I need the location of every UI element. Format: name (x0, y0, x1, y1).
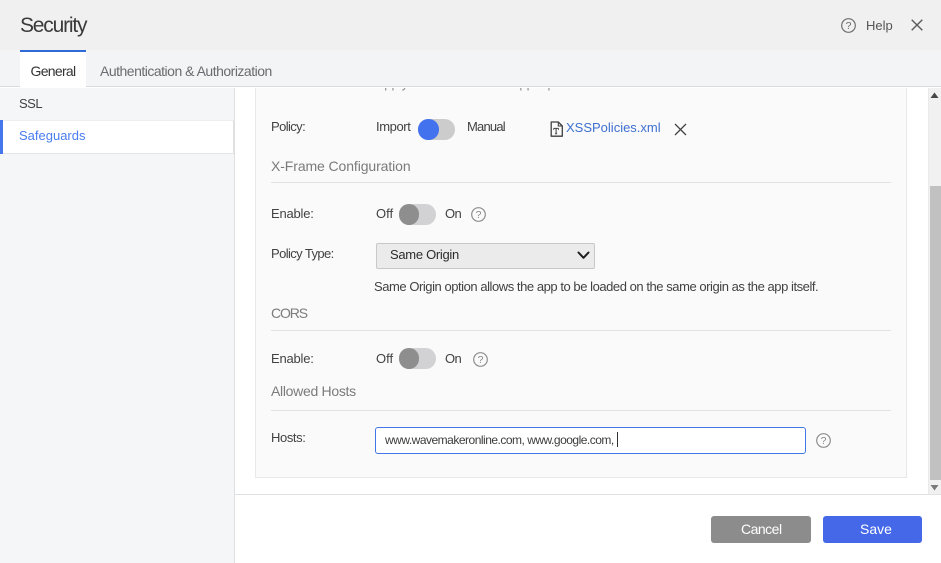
svg-text:?: ? (476, 209, 482, 221)
svg-text:?: ? (478, 354, 484, 366)
svg-text:?: ? (820, 435, 826, 447)
svg-text:?: ? (846, 20, 852, 32)
